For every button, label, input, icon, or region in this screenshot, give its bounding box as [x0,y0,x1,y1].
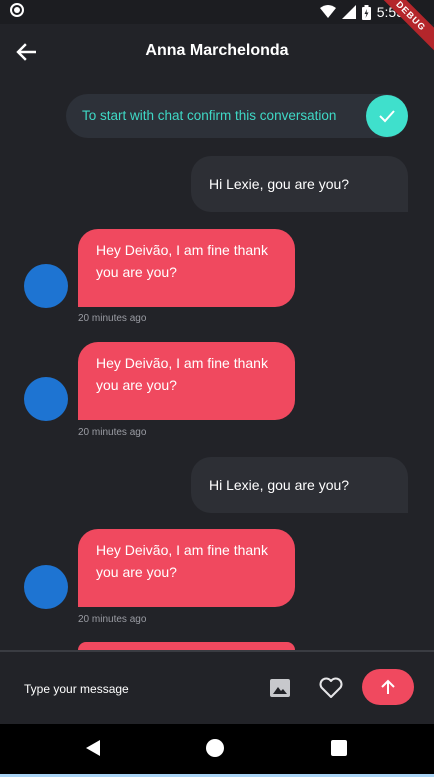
message-text-line: Hey Deivão, I am fine thank [96,542,268,558]
app-bar: Anna Marchelonda [0,24,434,80]
image-icon [270,679,290,697]
message-timestamp: 20 minutes ago [78,614,147,625]
heart-icon [319,677,343,698]
message-text: Hi Lexie, gou are you? [209,477,350,493]
message-timestamp: 20 minutes ago [78,313,147,324]
message-input[interactable] [24,680,244,698]
system-nav-bar [0,724,434,774]
avatar[interactable] [24,264,68,308]
incoming-message: Hey Deivão, I am fine thank you are you? [78,229,295,307]
status-bar: 5:55 DEBUG [0,0,434,54]
square-recents-icon[interactable] [331,740,347,756]
outgoing-message: Hi Lexie, gou are you? [191,457,408,513]
like-button[interactable] [318,676,344,700]
page-title: Anna Marchelonda [145,42,289,59]
message-text: Hi Lexie, gou are you? [209,176,350,192]
confirm-button[interactable] [366,95,408,137]
attach-image-button[interactable] [268,676,292,700]
message-text-line: Hey Deivão, I am fine thank [96,355,268,371]
incoming-message: Hey Deivão, I am fine thank you are you? [78,342,295,420]
confirm-banner-text: To start with chat confirm this conversa… [82,108,337,123]
incoming-message-partial [78,642,295,650]
arrow-up-icon [381,679,395,694]
message-text-line: you are you? [96,264,177,280]
signal-icon [341,5,356,19]
message-composer [0,652,434,724]
avatar[interactable] [24,377,68,421]
check-icon [379,110,395,123]
message-timestamp: 20 minutes ago [78,427,147,438]
avatar[interactable] [24,565,68,609]
arrow-left-icon [16,43,36,61]
wifi-icon [319,5,336,18]
message-text-line: Hey Deivão, I am fine thank [96,242,268,258]
outgoing-message: Hi Lexie, gou are you? [191,156,408,212]
send-button[interactable] [362,669,414,705]
message-text-line: you are you? [96,564,177,580]
back-button[interactable] [10,36,42,68]
circle-home-icon[interactable] [206,739,224,757]
triangle-back-icon[interactable] [84,739,102,757]
battery-icon [361,4,371,20]
confirm-conversation-banner: To start with chat confirm this conversa… [66,94,408,138]
notification-dot-icon [10,3,24,17]
message-text-line: you are you? [96,377,177,393]
incoming-message: Hey Deivão, I am fine thank you are you? [78,529,295,607]
